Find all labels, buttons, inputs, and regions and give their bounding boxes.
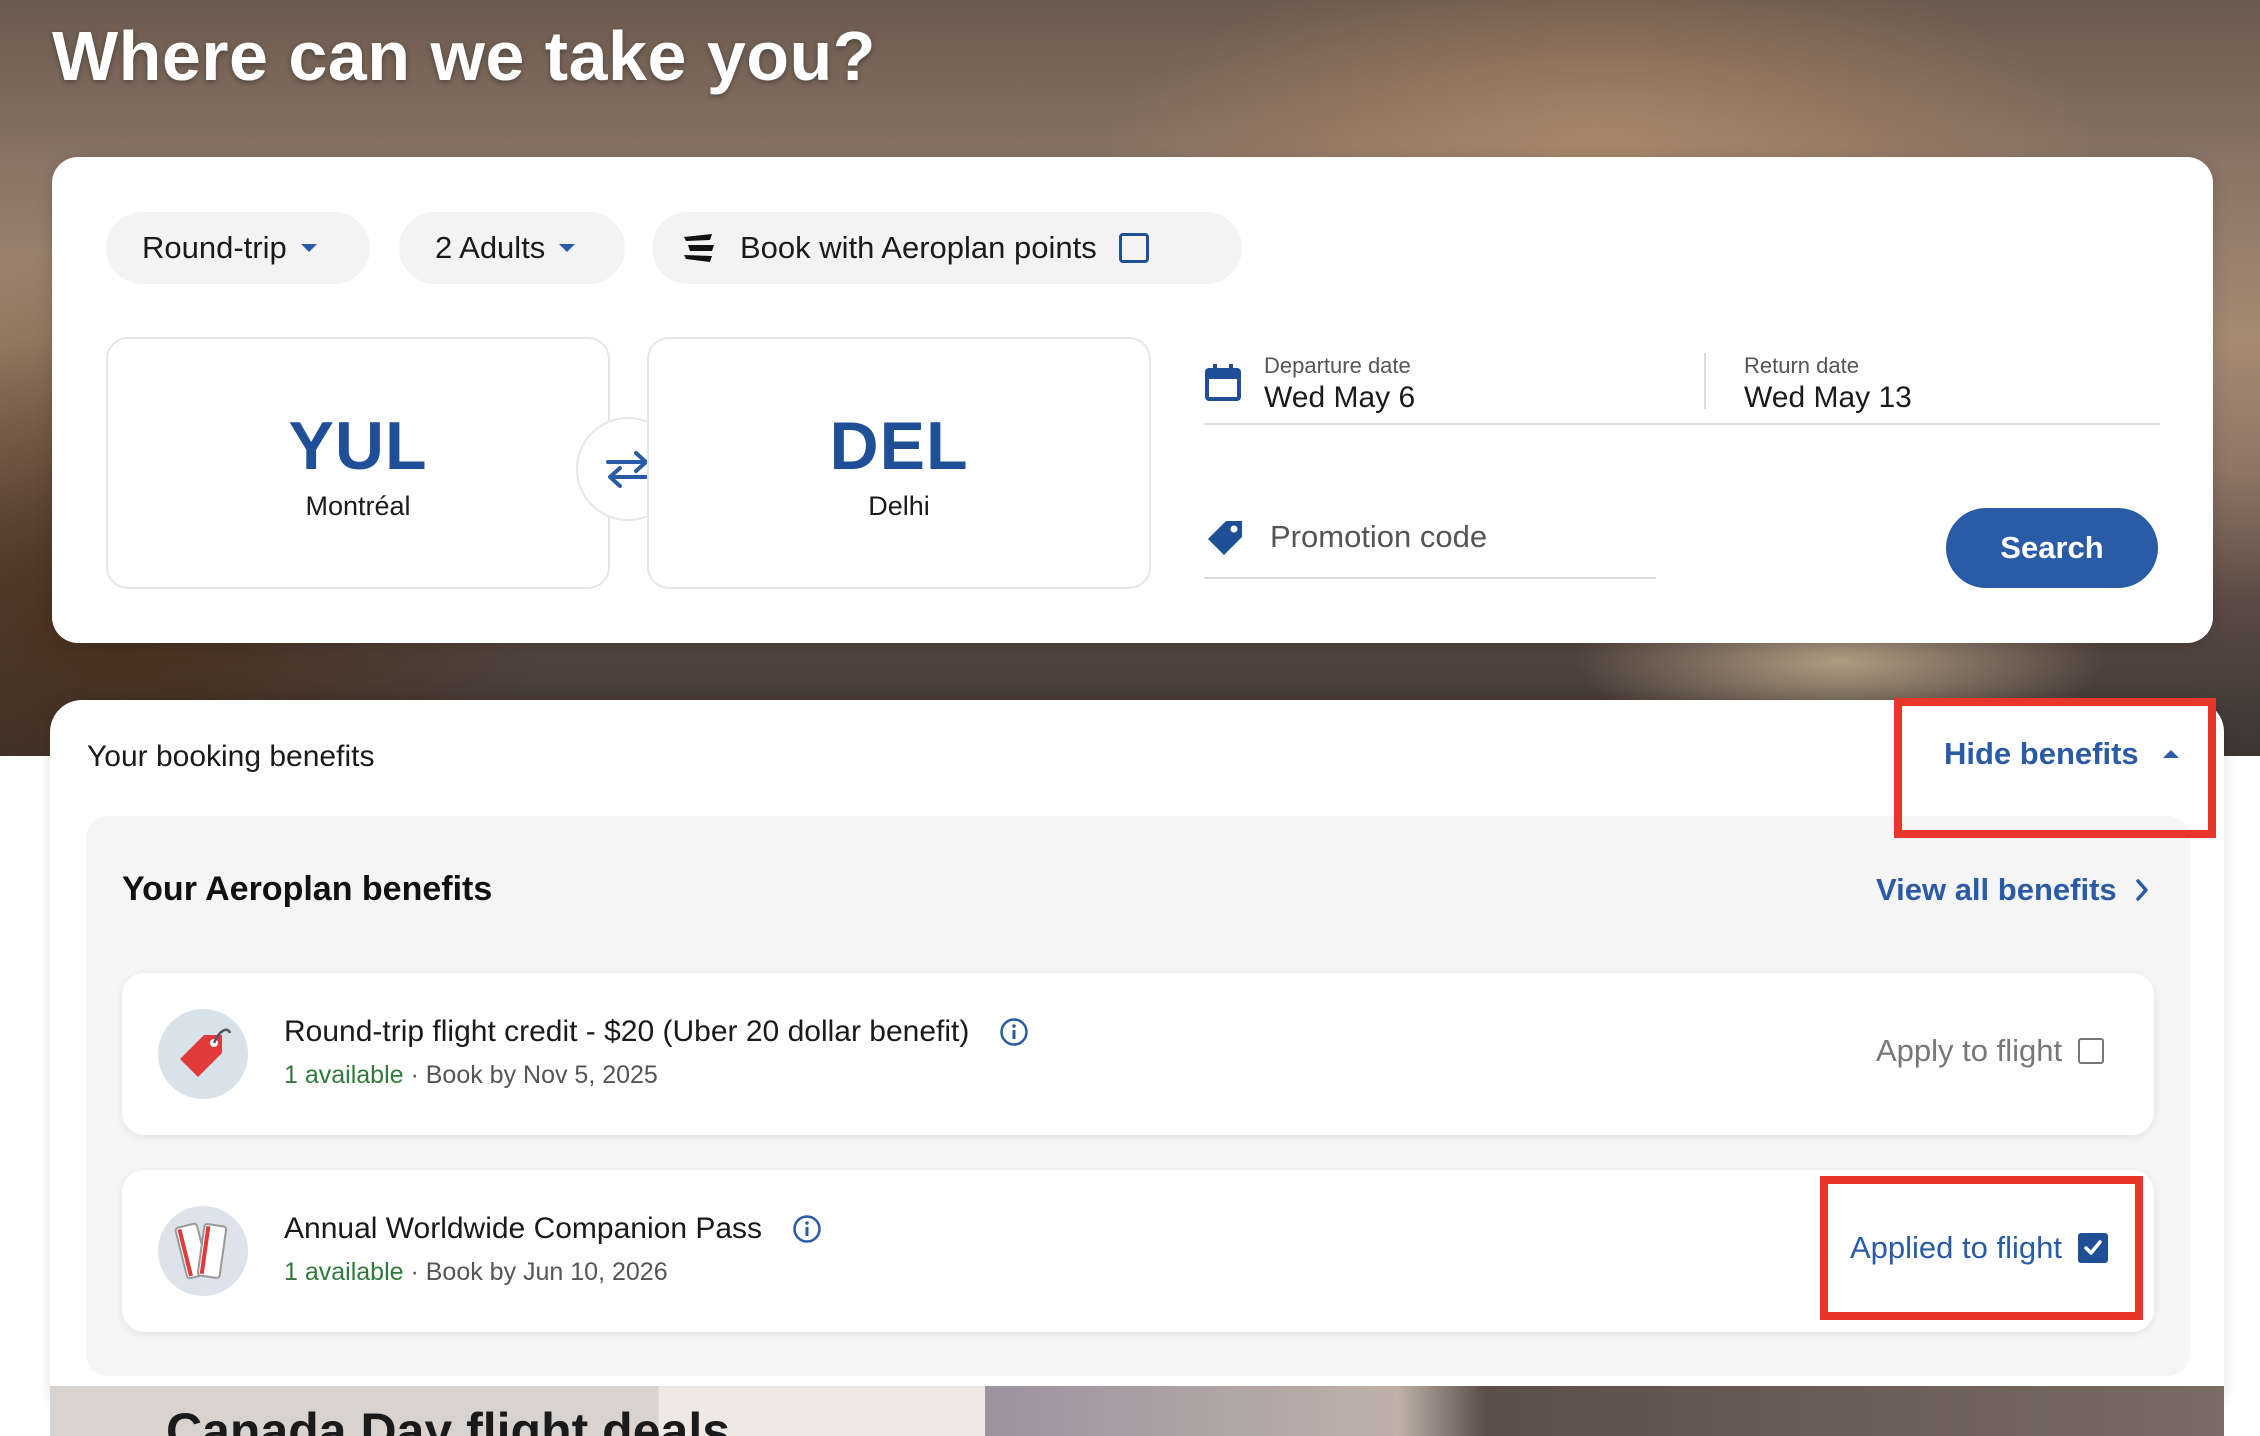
deals-heading: Canada Day flight deals [166, 1403, 731, 1436]
page-title: Where can we take you? [52, 17, 877, 95]
departure-date[interactable]: Departure date Wed May 6 [1264, 353, 1415, 415]
origin-code: YUL [288, 408, 428, 484]
return-date[interactable]: Return date Wed May 13 [1744, 353, 1912, 415]
destination-airport-field[interactable]: DEL Delhi [647, 337, 1151, 589]
return-date-value: Wed May 13 [1744, 381, 1912, 414]
chevron-down-icon [300, 244, 317, 252]
benefit-availability: 1 available · Book by Nov 5, 2025 [284, 1061, 658, 1090]
benefit-book-by: · Book by Jun 10, 2026 [403, 1258, 668, 1286]
date-divider [1704, 353, 1706, 409]
trip-type-label: Round-trip [142, 230, 287, 265]
price-tag-icon [158, 1009, 248, 1099]
promotion-code-placeholder: Promotion code [1270, 519, 1488, 554]
origin-airport-field[interactable]: YUL Montréal [106, 337, 610, 589]
benefit-book-by: · Book by Nov 5, 2025 [403, 1061, 658, 1089]
benefit-available-count: 1 available [284, 1258, 404, 1286]
aeroplan-points-toggle[interactable]: Book with Aeroplan points [652, 212, 1242, 284]
info-icon[interactable] [792, 1214, 822, 1244]
benefit-available-count: 1 available [284, 1061, 404, 1089]
promotion-code-field[interactable]: Promotion code [1204, 507, 1656, 579]
swap-arrows-icon [604, 449, 652, 489]
departure-date-value: Wed May 6 [1264, 381, 1416, 414]
highlight-box-applied-to-flight [1820, 1176, 2143, 1320]
origin-city: Montréal [305, 491, 411, 521]
boarding-pass-icon [158, 1206, 248, 1296]
highlight-box-hide-benefits [1894, 698, 2216, 838]
aeroplan-logo-icon [682, 231, 716, 265]
date-range-field[interactable]: Departure date Wed May 6 Return date Wed… [1204, 353, 2160, 425]
apply-to-flight-toggle[interactable]: Apply to flight [1876, 1033, 2105, 1069]
view-all-benefits-link[interactable]: View all benefits [1876, 872, 2149, 908]
aeroplan-points-label: Book with Aeroplan points [740, 230, 1097, 265]
benefit-availability: 1 available · Book by Jun 10, 2026 [284, 1258, 668, 1287]
trip-type-dropdown[interactable]: Round-trip [106, 212, 370, 284]
tag-icon [1204, 517, 1246, 559]
benefit-item-flight-credit: Round-trip flight credit - $20 (Uber 20 … [122, 973, 2154, 1135]
apply-to-flight-checkbox[interactable] [2078, 1038, 2105, 1064]
apply-to-flight-label: Apply to flight [1876, 1033, 2063, 1068]
passengers-label: 2 Adults [435, 230, 546, 265]
benefit-title-row: Round-trip flight credit - $20 (Uber 20 … [284, 1015, 1029, 1049]
deals-section-preview: Canada Day flight deals [50, 1386, 2224, 1436]
destination-code: DEL [829, 408, 969, 484]
view-all-benefits-label: View all benefits [1876, 872, 2117, 907]
search-button[interactable]: Search [1946, 508, 2158, 588]
passengers-dropdown[interactable]: 2 Adults [399, 212, 625, 284]
departure-date-label: Departure date [1264, 353, 1411, 378]
aeroplan-points-checkbox[interactable] [1118, 233, 1149, 263]
aeroplan-benefits-heading: Your Aeroplan benefits [122, 870, 493, 908]
return-date-label: Return date [1744, 353, 1859, 378]
info-icon[interactable] [999, 1017, 1029, 1047]
chevron-right-icon [2135, 878, 2149, 902]
benefit-title-row: Annual Worldwide Companion Pass [284, 1212, 822, 1246]
destination-city: Delhi [868, 491, 930, 521]
benefit-title: Round-trip flight credit - $20 (Uber 20 … [284, 1015, 970, 1048]
booking-benefits-heading: Your booking benefits [87, 740, 375, 773]
flight-search-form: Round-trip 2 Adults Book with Aeroplan p… [52, 157, 2213, 643]
calendar-icon [1204, 363, 1242, 403]
benefit-title: Annual Worldwide Companion Pass [284, 1212, 763, 1245]
chevron-down-icon [559, 244, 576, 252]
